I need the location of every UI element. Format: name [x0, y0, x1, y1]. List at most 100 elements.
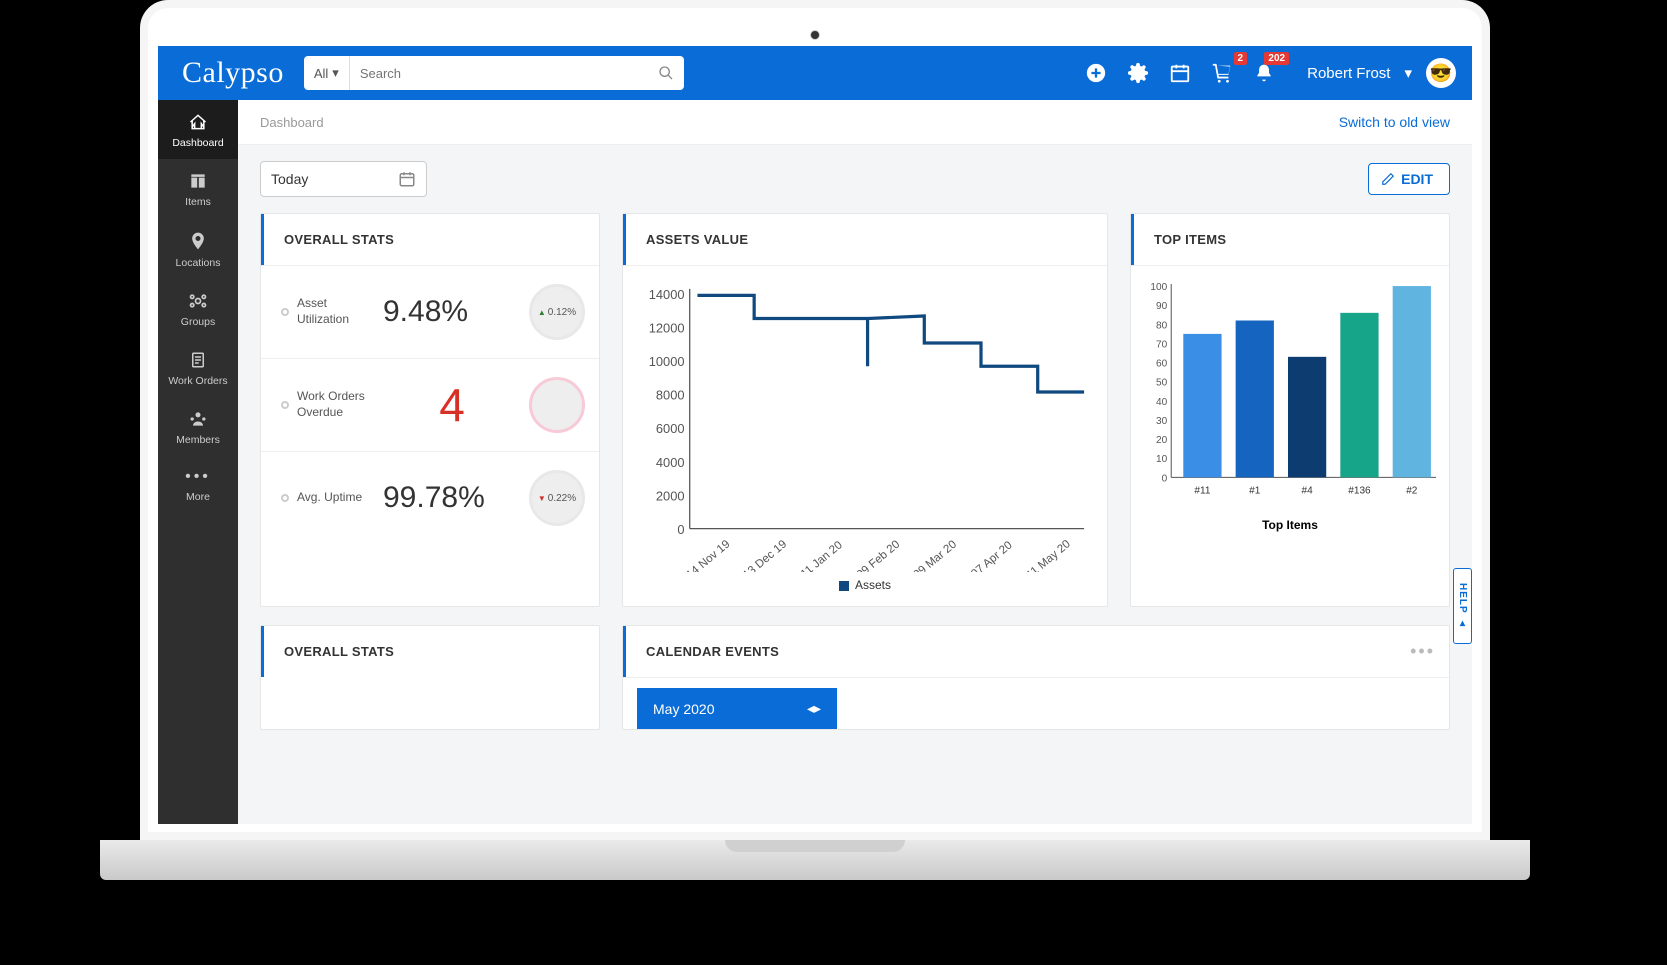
stat-value: 99.78% [383, 481, 521, 515]
svg-text:0: 0 [1162, 473, 1168, 484]
help-tab-button[interactable]: HELP [1453, 568, 1472, 644]
user-name: Robert Frost [1307, 65, 1390, 82]
stat-value: 9.48% [383, 295, 521, 329]
card-title: OVERALL STATS [261, 214, 599, 265]
edit-button[interactable]: EDIT [1368, 163, 1450, 195]
overall-stats-card-2: OVERALL STATS [260, 625, 600, 730]
calendar-month-label: May 2020 [653, 701, 714, 717]
sidebar-item-groups[interactable]: Groups [158, 279, 238, 338]
svg-text:#2: #2 [1406, 485, 1418, 496]
breadcrumb: Dashboard [260, 115, 324, 130]
calendar-icon [398, 170, 416, 188]
svg-text:13 Dec 19: 13 Dec 19 [741, 538, 789, 572]
svg-text:0: 0 [677, 522, 684, 537]
svg-text:70: 70 [1156, 339, 1168, 350]
sidebar-item-work-orders[interactable]: Work Orders [158, 338, 238, 397]
calendar-header: May 2020 ◂▸ [637, 688, 837, 729]
user-menu[interactable]: Robert Frost ▾ 😎 [1307, 58, 1456, 88]
caret-down-icon: ▾ [332, 65, 339, 81]
search-input[interactable] [350, 56, 648, 90]
calendar-nav-icons[interactable]: ◂▸ [807, 700, 821, 717]
sidebar-item-more[interactable]: ••• More [158, 456, 238, 513]
switch-view-link[interactable]: Switch to old view [1339, 114, 1450, 130]
assets-value-chart: 140001200010000 800060004000 20000 [633, 276, 1097, 572]
sidebar-item-label: Members [176, 434, 220, 446]
chart-xlabel: Top Items [1139, 518, 1441, 542]
notifications-button[interactable]: 202 [1253, 62, 1275, 84]
svg-text:11 May 20: 11 May 20 [1024, 538, 1072, 572]
stat-label: Asset Utilization [297, 296, 375, 327]
overall-stats-card: OVERALL STATS Asset Utilization 9.48% 0.… [260, 213, 600, 607]
status-dot-icon [281, 308, 289, 316]
settings-button[interactable] [1127, 62, 1149, 84]
search-bar: All ▾ [304, 56, 684, 90]
caret-down-icon: ▾ [1404, 64, 1412, 82]
svg-text:#4: #4 [1302, 485, 1314, 496]
search-filter-label: All [314, 66, 328, 81]
card-title: CALENDAR EVENTS [623, 626, 799, 677]
svg-text:2000: 2000 [656, 488, 685, 503]
sidebar-item-label: Groups [181, 316, 215, 328]
bar [1183, 334, 1221, 477]
svg-text:09 Mar 20: 09 Mar 20 [911, 538, 959, 572]
calendar-button[interactable] [1169, 62, 1191, 84]
y-axis-ticks: 140001200010000 800060004000 20000 [649, 287, 685, 537]
bar [1393, 286, 1431, 477]
laptop-camera [810, 30, 820, 40]
pencil-icon [1381, 172, 1395, 186]
status-dot-icon [281, 494, 289, 502]
svg-text:#11: #11 [1194, 485, 1210, 496]
stat-row: Avg. Uptime 99.78% 0.22% [261, 452, 599, 544]
y-axis-ticks: 1009080 706050 403020 100 [1150, 282, 1167, 484]
stat-gauge: 0.22% [529, 470, 585, 526]
stat-label: Avg. Uptime [297, 490, 375, 506]
sidebar-item-label: More [186, 491, 210, 503]
sidebar-item-members[interactable]: Members [158, 397, 238, 456]
avatar: 😎 [1426, 58, 1456, 88]
cart-button[interactable]: 2 [1211, 62, 1233, 84]
x-axis-ticks: #11 #1 #4 #136 #2 [1194, 485, 1417, 496]
add-button[interactable] [1085, 62, 1107, 84]
svg-text:#1: #1 [1249, 485, 1261, 496]
card-title: OVERALL STATS [261, 626, 599, 677]
bar [1236, 320, 1274, 477]
date-range-picker[interactable]: Today [260, 161, 427, 197]
stat-gauge: 0.12% [529, 284, 585, 340]
svg-text:90: 90 [1156, 301, 1168, 312]
sidebar-item-label: Locations [176, 257, 221, 269]
svg-text:100: 100 [1150, 282, 1167, 293]
svg-text:50: 50 [1156, 378, 1168, 389]
svg-text:07 Apr 20: 07 Apr 20 [969, 539, 1015, 572]
svg-text:8000: 8000 [656, 388, 685, 403]
sidebar-item-locations[interactable]: Locations [158, 218, 238, 279]
svg-text:12000: 12000 [649, 321, 685, 336]
sidebar-item-items[interactable]: Items [158, 159, 238, 218]
more-icon: ••• [160, 468, 236, 486]
svg-text:#136: #136 [1348, 485, 1371, 496]
bar [1340, 313, 1378, 477]
sidebar-item-dashboard[interactable]: Dashboard [158, 100, 238, 159]
svg-text:10000: 10000 [649, 354, 685, 369]
card-menu-button[interactable]: ••• [1396, 631, 1449, 672]
assets-series-path [697, 295, 1084, 392]
sidebar-item-label: Work Orders [168, 375, 227, 387]
brand-logo: Calypso [182, 56, 284, 90]
top-header: Calypso All ▾ [158, 46, 1472, 100]
svg-text:14 Nov 19: 14 Nov 19 [684, 538, 732, 572]
search-filter-dropdown[interactable]: All ▾ [304, 56, 350, 90]
edit-button-label: EDIT [1401, 171, 1433, 187]
svg-text:10: 10 [1156, 454, 1168, 465]
stat-row: Asset Utilization 9.48% 0.12% [261, 266, 599, 359]
stat-gauge [529, 377, 585, 433]
top-items-chart: 1009080 706050 403020 100 [1139, 276, 1441, 518]
svg-text:30: 30 [1156, 416, 1168, 427]
top-items-card: TOP ITEMS 1009080 706050 403020 100 [1130, 213, 1450, 607]
svg-text:4000: 4000 [656, 455, 685, 470]
card-title: TOP ITEMS [1131, 214, 1449, 265]
main-panel: Dashboard Switch to old view Today E [238, 100, 1472, 824]
laptop-base [100, 840, 1530, 880]
search-icon[interactable] [648, 56, 684, 90]
stat-row: Work Orders Overdue 4 [261, 359, 599, 452]
cart-badge: 2 [1234, 52, 1248, 65]
svg-text:40: 40 [1156, 397, 1168, 408]
